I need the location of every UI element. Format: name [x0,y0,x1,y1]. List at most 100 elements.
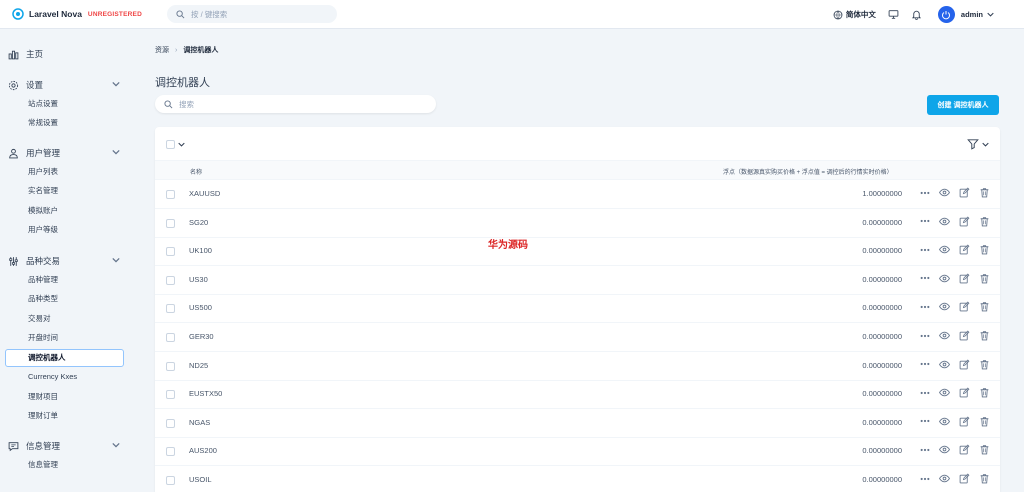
row-checkbox[interactable] [166,361,175,371]
more-actions-icon[interactable] [920,448,930,452]
sidebar-item-instrument-types[interactable]: 品种类型 [28,293,58,305]
sidebar-section-users[interactable]: 用户管理 [8,146,120,160]
sidebar-item-trading-pairs[interactable]: 交易对 [28,313,51,325]
delete-trash-icon[interactable] [979,301,990,312]
more-actions-icon[interactable] [920,248,930,252]
view-eye-icon[interactable] [939,359,950,370]
sidebar-item-user-levels[interactable]: 用户等级 [28,224,58,236]
table-row[interactable]: ND25 0.00000000 [155,352,1000,381]
user-menu[interactable]: admin [937,6,994,23]
more-actions-icon[interactable] [920,419,930,423]
row-checkbox[interactable] [166,333,175,342]
table-row[interactable]: US500 0.00000000 [155,294,1000,324]
edit-pencil-icon[interactable] [959,330,970,341]
sidebar-item-general-settings[interactable]: 常规设置 [28,117,58,129]
row-checkbox[interactable] [166,476,175,485]
select-all-dropdown[interactable] [166,140,185,149]
sidebar-section-trading[interactable]: 品种交易 [8,254,120,268]
table-row[interactable]: EUSTX50 0.00000000 [155,380,1000,410]
create-robot-button[interactable]: 创建 调控机器人 [927,95,999,115]
view-eye-icon[interactable] [939,216,950,227]
view-eye-icon[interactable] [939,244,950,255]
more-actions-icon[interactable] [920,477,930,481]
table-row[interactable]: USOIL 0.00000000 [155,466,1000,492]
sidebar-item-messages[interactable]: 信息管理 [28,459,58,471]
table-row[interactable]: AUS200 0.00000000 [155,437,1000,467]
sidebar-item-wealth-projects[interactable]: 理财项目 [28,391,58,403]
global-search-input[interactable]: 按 / 键搜索 [167,5,337,23]
delete-trash-icon[interactable] [979,244,990,255]
view-eye-icon[interactable] [939,330,950,341]
sidebar-section-settings[interactable]: 设置 [8,78,120,92]
table-row[interactable]: GER30 0.00000000 [155,323,1000,352]
sidebar-item-open-times[interactable]: 开盘时间 [28,332,58,344]
view-eye-icon[interactable] [939,301,950,312]
table-row[interactable]: XAUUSD 1.00000000 [155,180,1000,209]
view-eye-icon[interactable] [939,273,950,284]
sidebar-item-wealth-orders[interactable]: 理财订单 [28,410,58,422]
view-eye-icon[interactable] [939,187,950,198]
brand[interactable]: Laravel Nova UNREGISTERED [12,8,159,20]
edit-pencil-icon[interactable] [959,359,970,370]
edit-pencil-icon[interactable] [959,387,970,398]
view-eye-icon[interactable] [939,473,950,484]
edit-pencil-icon[interactable] [959,301,970,312]
sidebar-item-control-robot[interactable]: 调控机器人 [5,349,124,367]
table-row[interactable]: SG20 0.00000000 [155,209,1000,238]
row-checkbox[interactable] [166,190,175,199]
sidebar-item-instruments[interactable]: 品种管理 [28,274,58,286]
notifications-button[interactable] [911,9,922,20]
edit-pencil-icon[interactable] [959,444,970,455]
delete-trash-icon[interactable] [979,216,990,227]
more-actions-icon[interactable] [920,191,930,195]
more-actions-icon[interactable] [920,334,930,338]
delete-trash-icon[interactable] [979,416,990,427]
sidebar-section-home[interactable]: 主页 [8,47,120,61]
table-row[interactable]: NGAS 0.00000000 [155,409,1000,438]
more-actions-icon[interactable] [920,219,930,223]
sidebar-item-site-settings[interactable]: 站点设置 [28,98,58,110]
view-eye-icon[interactable] [939,416,950,427]
filter-dropdown[interactable] [967,138,989,150]
delete-trash-icon[interactable] [979,187,990,198]
select-all-checkbox[interactable] [166,140,175,149]
table-row[interactable]: UK100 0.00000000 [155,237,1000,267]
more-actions-icon[interactable] [920,276,930,280]
resource-search-input[interactable]: 搜索 [155,95,436,113]
edit-pencil-icon[interactable] [959,244,970,255]
row-checkbox[interactable] [166,304,175,314]
more-actions-icon[interactable] [920,362,930,366]
view-eye-icon[interactable] [939,387,950,398]
sidebar-section-messages[interactable]: 信息管理 [8,439,120,453]
breadcrumb-root[interactable]: 资源 [155,45,169,55]
edit-pencil-icon[interactable] [959,273,970,284]
edit-pencil-icon[interactable] [959,187,970,198]
sidebar-item-user-list[interactable]: 用户列表 [28,166,58,178]
edit-pencil-icon[interactable] [959,416,970,427]
delete-trash-icon[interactable] [979,444,990,455]
row-checkbox[interactable] [166,247,175,257]
delete-trash-icon[interactable] [979,359,990,370]
column-header-float[interactable]: 浮点（数据源真实购买价格 + 浮点值 = 调控后的行情实时价格） [723,167,893,176]
delete-trash-icon[interactable] [979,273,990,284]
monitor-button[interactable] [888,9,899,20]
edit-pencil-icon[interactable] [959,473,970,484]
column-header-name[interactable]: 名称 [190,167,202,176]
row-checkbox[interactable] [166,275,175,285]
delete-trash-icon[interactable] [979,330,990,341]
sidebar-item-demo-accounts[interactable]: 模拟账户 [28,205,58,217]
view-eye-icon[interactable] [939,444,950,455]
sidebar-item-currency-kxes[interactable]: Currency Kxes [28,371,77,383]
row-checkbox[interactable] [166,447,175,457]
more-actions-icon[interactable] [920,305,930,309]
table-row[interactable]: US30 0.00000000 [155,266,1000,295]
edit-pencil-icon[interactable] [959,216,970,227]
more-actions-icon[interactable] [920,391,930,395]
sidebar-item-real-name[interactable]: 实名管理 [28,185,58,197]
delete-trash-icon[interactable] [979,387,990,398]
delete-trash-icon[interactable] [979,473,990,484]
row-checkbox[interactable] [166,418,175,428]
language-selector[interactable]: 简体中文 [833,9,876,20]
row-checkbox[interactable] [166,390,175,400]
row-checkbox[interactable] [166,218,175,228]
